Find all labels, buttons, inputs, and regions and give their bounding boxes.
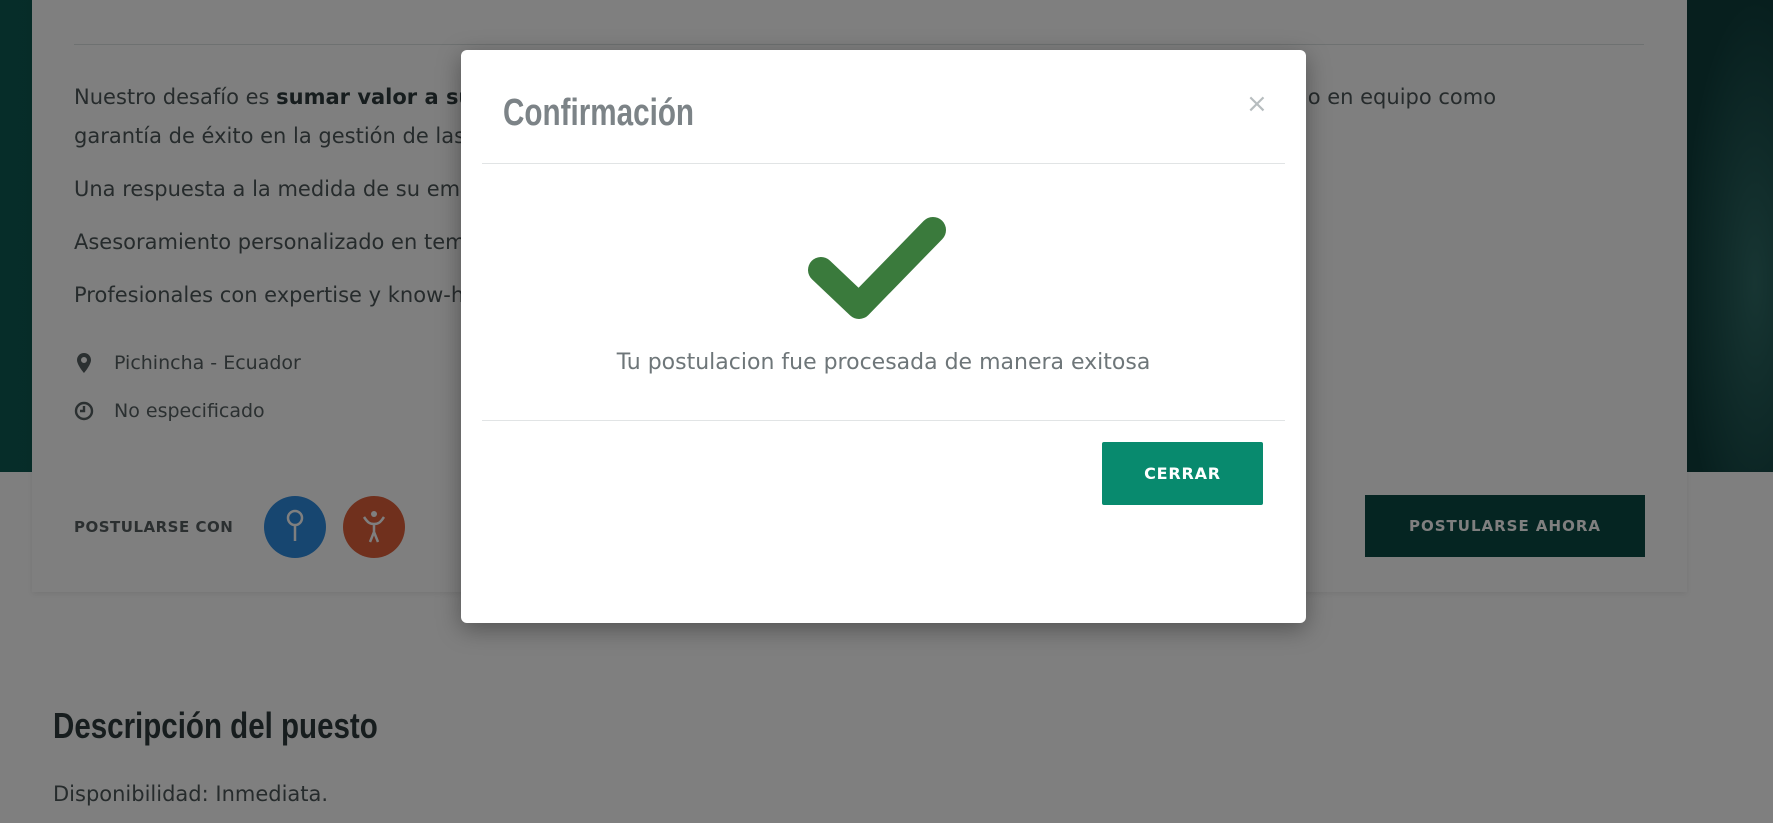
modal-footer-divider: [482, 420, 1285, 421]
close-icon[interactable]: ×: [1240, 88, 1268, 119]
modal-message: Tu postulacion fue procesada de manera e…: [616, 350, 1151, 375]
close-button[interactable]: CERRAR: [1102, 442, 1263, 505]
modal-header-divider: [482, 163, 1285, 164]
modal-title: Confirmación: [503, 92, 695, 134]
confirmation-modal: Confirmación × Tu postulacion fue proces…: [461, 50, 1306, 623]
checkmark-icon: [808, 217, 946, 319]
